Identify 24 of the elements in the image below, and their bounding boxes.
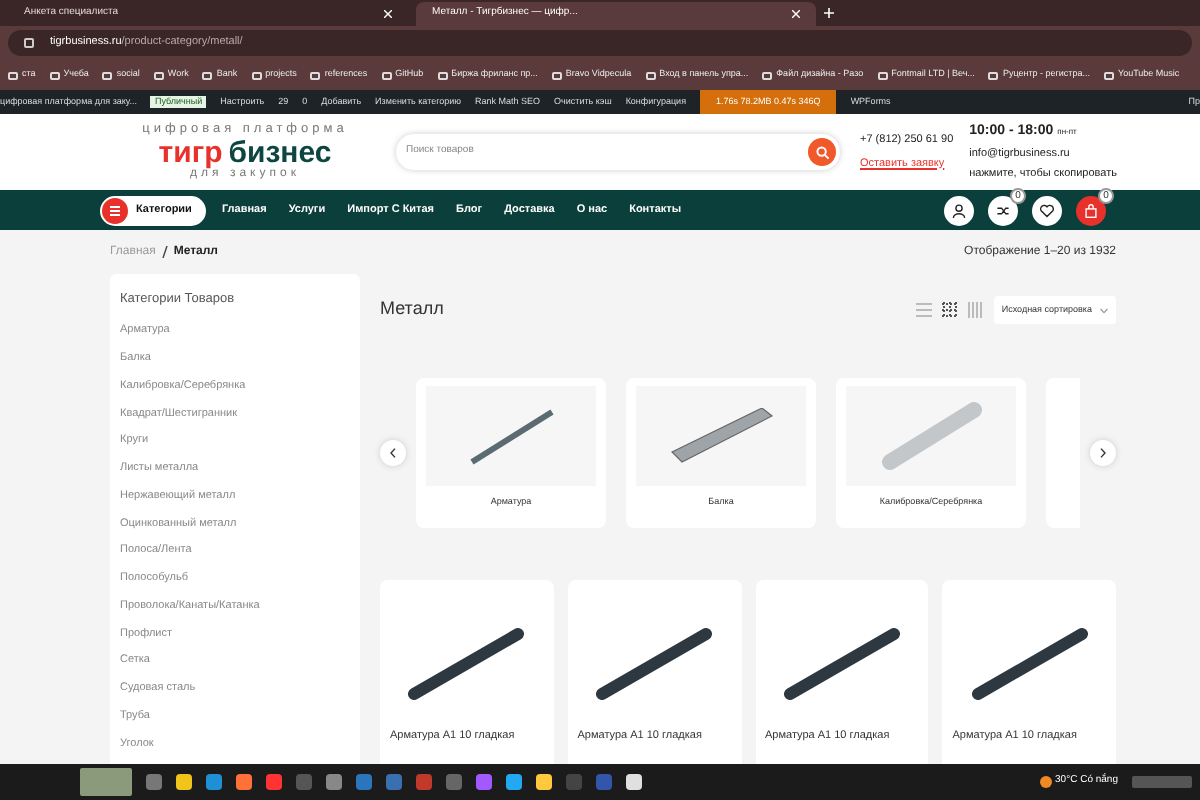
bag-icon	[1084, 203, 1098, 217]
chevron-icon	[1100, 448, 1106, 458]
close-icon[interactable]	[384, 10, 392, 18]
search-button[interactable]	[808, 138, 836, 166]
wishlist-button[interactable]	[1032, 195, 1062, 225]
person-icon	[952, 203, 966, 217]
search-icon	[815, 145, 829, 159]
shuffle-icon	[996, 203, 1010, 217]
menu-icon	[102, 197, 128, 223]
close-icon[interactable]	[792, 10, 800, 18]
grid-view-icon[interactable]	[941, 302, 958, 318]
slash-icon	[161, 246, 168, 258]
account-button[interactable]	[944, 195, 974, 225]
rod-drawing	[879, 400, 983, 472]
previous-button[interactable]	[380, 440, 406, 466]
chevron-icon	[390, 448, 396, 458]
next-button[interactable]	[1090, 440, 1116, 466]
new-tab-icon[interactable]	[824, 8, 834, 18]
channel-drawing	[669, 408, 773, 464]
site-settings-icon[interactable]	[24, 38, 34, 48]
page-title: Металл	[380, 296, 444, 323]
list-view-icon[interactable]	[915, 302, 932, 318]
caret-icon	[1100, 307, 1108, 313]
heart-icon	[1040, 203, 1054, 217]
